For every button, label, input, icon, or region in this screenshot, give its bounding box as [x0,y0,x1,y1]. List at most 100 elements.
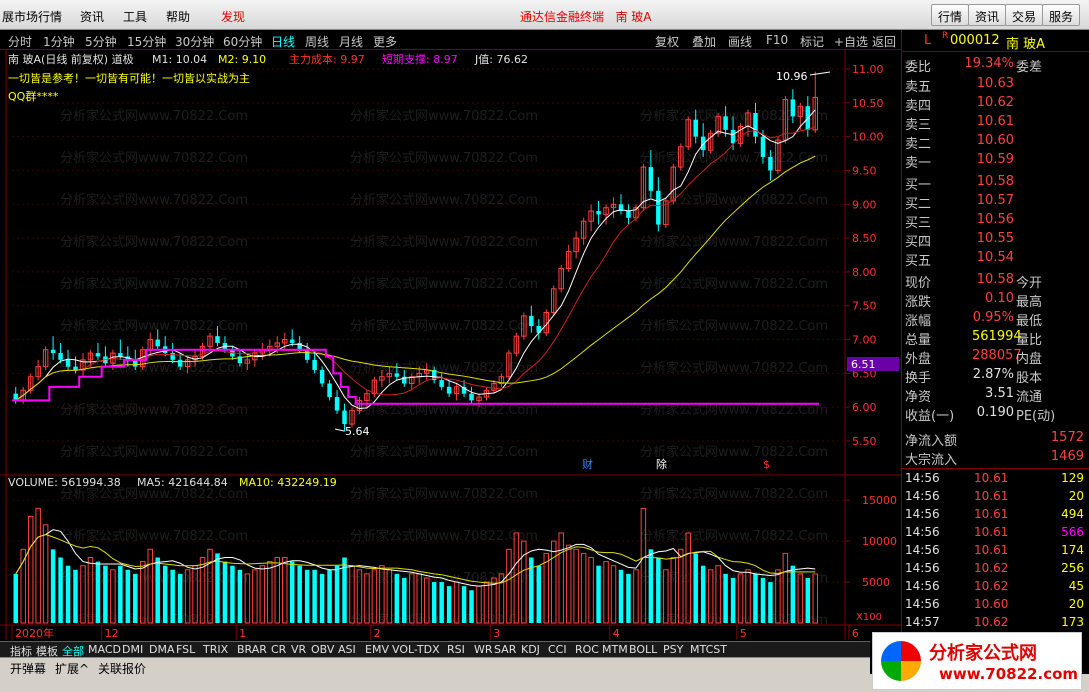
indicator-tab[interactable]: VR [291,643,306,656]
period-monthly[interactable]: 月线 [339,33,363,50]
row-value: 10.56 [976,212,1014,227]
indicator-tab[interactable]: TRIX [203,643,228,656]
bid-row: 买一 10.58 [902,174,1089,193]
period-toolbar: 分时 1分钟 5分钟 15分钟 30分钟 60分钟 日线 周线 月线 更多 复权… [0,30,901,50]
indicator-tab[interactable]: VOL-TDX [392,643,440,656]
indicator-tab[interactable]: ASI [338,643,356,656]
menu-tools[interactable]: 工具 [123,8,147,25]
candle-body [730,129,736,144]
indicator-tab[interactable]: CR [271,643,286,656]
indicator-tab[interactable]: BRAR [237,643,267,656]
row-label2: 最低 [1016,314,1043,329]
volume-bar [170,569,175,623]
quote-panel: L R 000012 南 玻A 委比 19.34% 委差 卖五 10.63 卖四 10… [901,30,1089,662]
tick-price: 10.60 [974,597,1009,611]
bottom-toolbar: 开弹幕 扩展^ 关联报价 [0,657,870,676]
indicator-tab[interactable]: CCI [548,643,567,656]
menu-discover[interactable]: 发现 [221,8,245,25]
indicator-tab[interactable]: MTCST [690,643,727,656]
period-5min[interactable]: 5分钟 [85,33,117,50]
back-button[interactable]: 返回 [872,33,896,50]
indicator-tab[interactable]: DMA [149,643,175,656]
indicator-tab[interactable]: OBV [311,643,334,656]
current-price-tag-text: 6.51 [851,358,876,371]
finance-marker[interactable]: 财 [582,457,593,471]
indicator-tab[interactable]: FSL [176,643,195,656]
tick-volume: 129 [1061,471,1084,485]
y-tick-label: 8.50 [852,232,877,245]
indicator-tab[interactable]: MACD [88,643,121,656]
tick-price: 10.61 [974,507,1009,521]
indicator-tab[interactable]: KDJ [521,643,540,656]
indicator-tab[interactable]: ROC [575,643,599,656]
period-more[interactable]: 更多 [373,33,397,50]
menu-help[interactable]: 帮助 [166,8,190,25]
row-value: 0.10 [985,291,1014,306]
draw-button[interactable]: 画线 [728,33,752,50]
site-logo: 分析家公式网 www.70822.com [872,632,1082,690]
logo-title: 分析家公式网 [929,643,1037,664]
period-15min[interactable]: 15分钟 [127,33,166,50]
volume-bar [95,561,101,623]
tick-row: 14:56 10.62 45 [902,578,1089,596]
indicator-tab[interactable]: BOLL [629,643,657,656]
vol-tick-label: 10000 [862,535,897,548]
flow-value: 1469 [1050,449,1084,464]
exright-marker[interactable]: 除 [656,457,667,471]
row-value: 288057 [972,348,1022,363]
x-tick-label: 1 [239,627,246,640]
row-value: 10.59 [976,152,1014,167]
menu-bar: 展市场行情 资讯 工具 帮助 发现 通达信金融终端 南 玻A 行情 资讯 交易 … [0,0,1089,30]
add-favorite-button[interactable]: +自选 [834,33,868,50]
row-value: 10.55 [976,231,1014,246]
ask-row: 卖五 10.63 [902,76,1089,95]
indicator-tab[interactable]: RSI [447,643,465,656]
service-button[interactable]: 服务 [1042,4,1081,26]
volume-bar [133,573,138,623]
period-30min[interactable]: 30分钟 [175,33,214,50]
quote-button[interactable]: 行情 [931,4,970,26]
kline-chart[interactable]: 分析家公式网www.70822.Com 分析家公式网www.70822.Com 分析… [0,50,901,641]
indicator-tab[interactable]: MTM [602,643,628,656]
indicator-tab[interactable]: SAR [494,643,516,656]
f10-button[interactable]: F10 [766,33,788,47]
news-button[interactable]: 资讯 [968,4,1007,26]
period-fenshi[interactable]: 分时 [8,33,32,50]
y-tick-label: 7.50 [852,300,877,313]
period-60min[interactable]: 60分钟 [223,33,262,50]
period-daily[interactable]: 日线 [271,33,295,50]
app-title: 通达信金融终端 南 玻A [520,8,652,25]
tick-price: 10.61 [974,525,1009,539]
logo-url: www.70822.com [939,665,1079,683]
candle-body [65,359,71,367]
indicator-tab[interactable]: WR [474,643,493,656]
row-label: 总量 [905,333,932,348]
candle-body [700,136,706,151]
candle-body [118,353,123,357]
menu-market[interactable]: 展市场行情 [2,8,62,25]
indicator-tab[interactable]: EMV [365,643,389,656]
overlay-button[interactable]: 叠加 [692,33,716,50]
volume-bar [319,573,325,623]
period-1min[interactable]: 1分钟 [43,33,75,50]
y-tick-label: 9.00 [852,198,877,211]
row-label2: 股本 [1016,371,1043,386]
candle-body [596,211,601,215]
row-value: 10.63 [976,76,1014,91]
volume-bar [461,586,467,623]
mark-button[interactable]: 标记 [800,33,824,50]
period-weekly[interactable]: 周线 [305,33,329,50]
tick-time: 14:56 [905,525,940,539]
trade-button[interactable]: 交易 [1005,4,1044,26]
fuquan-button[interactable]: 复权 [655,33,679,50]
dollar-marker[interactable]: $ [763,458,770,471]
candle-body [446,386,452,394]
indicator-tab[interactable]: PSY [663,643,683,656]
indicator-tab[interactable]: DMI [122,643,143,656]
menu-news[interactable]: 资讯 [80,8,104,25]
row-label2: 今开 [1016,276,1043,291]
candle-body [334,397,340,411]
volume-bar [730,577,736,623]
candle-body [760,136,766,157]
volume-bar [618,569,624,623]
